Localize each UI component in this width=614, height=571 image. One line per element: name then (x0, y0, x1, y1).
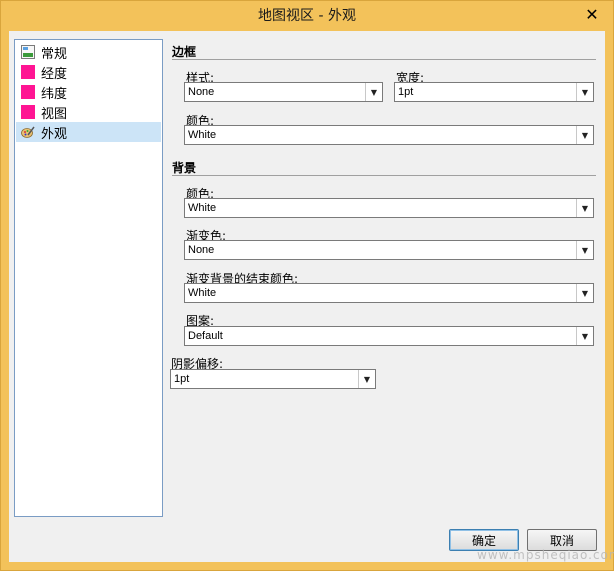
pink-square-icon (21, 105, 35, 119)
border-width-value: 1pt (398, 86, 414, 98)
paint-brush-icon (21, 125, 35, 139)
sidebar-item-longitude[interactable]: 经度 (16, 62, 161, 82)
border-color-value: White (188, 129, 217, 141)
gradient-end-select[interactable]: White ▼ (184, 283, 594, 303)
sidebar-item-view[interactable]: 视图 (16, 102, 161, 122)
sidebar-item-general[interactable]: 常规 (16, 42, 161, 62)
pattern-select[interactable]: Default ▼ (184, 326, 594, 346)
border-color-select[interactable]: White ▼ (184, 125, 594, 145)
sidebar-item-label: 外观 (41, 126, 68, 142)
chevron-down-icon[interactable]: ▼ (365, 83, 382, 101)
background-color-select[interactable]: White ▼ (184, 198, 594, 218)
shadow-offset-select[interactable]: 1pt ▼ (170, 369, 376, 389)
border-style-select[interactable]: None ▼ (184, 82, 383, 102)
close-icon: ✕ (585, 4, 599, 24)
gradient-end-value: White (188, 287, 217, 299)
dialog-window: 地图视区 - 外观 ✕ 常规 经度 纬度 视图 外观 边框 样式: None ▼… (0, 0, 614, 571)
chevron-down-icon[interactable]: ▼ (576, 327, 593, 345)
background-color-value: White (188, 202, 217, 214)
pink-square-icon (21, 65, 35, 79)
gradient-value: None (188, 244, 215, 256)
sidebar-item-label: 纬度 (41, 86, 68, 102)
background-section-title: 背景 (172, 161, 197, 175)
pattern-value: Default (188, 330, 223, 342)
sidebar-item-label: 经度 (41, 66, 68, 82)
chevron-down-icon[interactable]: ▼ (576, 284, 593, 302)
chevron-down-icon[interactable]: ▼ (576, 199, 593, 217)
window-title: 地图视区 - 外观 (258, 8, 356, 24)
close-button[interactable]: ✕ (579, 3, 605, 25)
chevron-down-icon[interactable]: ▼ (576, 83, 593, 101)
chevron-down-icon[interactable]: ▼ (576, 126, 593, 144)
sidebar-item-appearance[interactable]: 外观 (16, 122, 161, 142)
border-width-select[interactable]: 1pt ▼ (394, 82, 594, 102)
category-list[interactable]: 常规 经度 纬度 视图 外观 (14, 39, 163, 517)
sidebar-item-latitude[interactable]: 纬度 (16, 82, 161, 102)
sidebar-item-label: 常规 (41, 46, 68, 62)
border-style-value: None (188, 86, 215, 98)
chevron-down-icon[interactable]: ▼ (576, 241, 593, 259)
background-section-divider (172, 175, 596, 176)
sidebar-item-label: 视图 (41, 106, 68, 122)
gradient-select[interactable]: None ▼ (184, 240, 594, 260)
border-section-divider (172, 59, 596, 60)
pink-square-icon (21, 85, 35, 99)
map-general-icon (21, 45, 35, 59)
chevron-down-icon[interactable]: ▼ (358, 370, 375, 388)
watermark-text: www.mpsheqiao.com (477, 548, 614, 562)
dialog-client: 常规 经度 纬度 视图 外观 边框 样式: None ▼ 宽度: 1pt ▼ 颜… (9, 31, 614, 562)
border-section-title: 边框 (172, 45, 197, 59)
shadow-offset-value: 1pt (174, 373, 190, 385)
